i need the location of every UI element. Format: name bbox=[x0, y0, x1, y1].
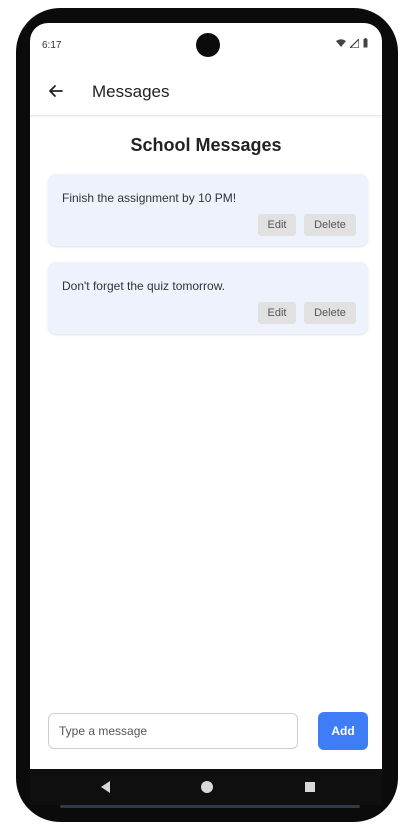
app-bar: Messages bbox=[30, 67, 382, 116]
signal-icon bbox=[350, 38, 359, 48]
front-camera bbox=[196, 33, 220, 57]
page-title: School Messages bbox=[130, 135, 282, 155]
status-icons bbox=[336, 38, 368, 48]
battery-icon bbox=[363, 38, 368, 48]
message-text: Don't forget the quiz tomorrow. bbox=[62, 279, 226, 293]
message-card: Finish the assignment by 10 PM! Edit Del… bbox=[48, 174, 368, 246]
wifi-icon bbox=[336, 38, 346, 48]
app-screen: 6:17 Messages School Messages Finish the… bbox=[30, 23, 382, 769]
recents-square-icon[interactable] bbox=[303, 779, 317, 800]
delete-button[interactable]: Delete bbox=[304, 302, 356, 324]
app-bar-title: Messages bbox=[92, 82, 170, 101]
edit-button[interactable]: Edit bbox=[258, 214, 296, 236]
back-triangle-icon[interactable] bbox=[98, 779, 112, 800]
message-input[interactable] bbox=[48, 713, 298, 749]
arrow-left-icon[interactable] bbox=[46, 81, 66, 101]
delete-button[interactable]: Delete bbox=[304, 214, 356, 236]
gesture-bar bbox=[60, 805, 360, 808]
composer-row: Add bbox=[48, 712, 368, 752]
status-bar: 6:17 bbox=[30, 23, 382, 67]
home-circle-icon[interactable] bbox=[200, 779, 214, 800]
message-text: Finish the assignment by 10 PM! bbox=[62, 191, 237, 205]
add-button[interactable]: Add bbox=[318, 712, 368, 750]
status-time: 6:17 bbox=[42, 40, 62, 51]
message-card: Don't forget the quiz tomorrow. Edit Del… bbox=[48, 262, 368, 334]
system-nav-bar bbox=[30, 769, 382, 805]
edit-button[interactable]: Edit bbox=[258, 302, 296, 324]
